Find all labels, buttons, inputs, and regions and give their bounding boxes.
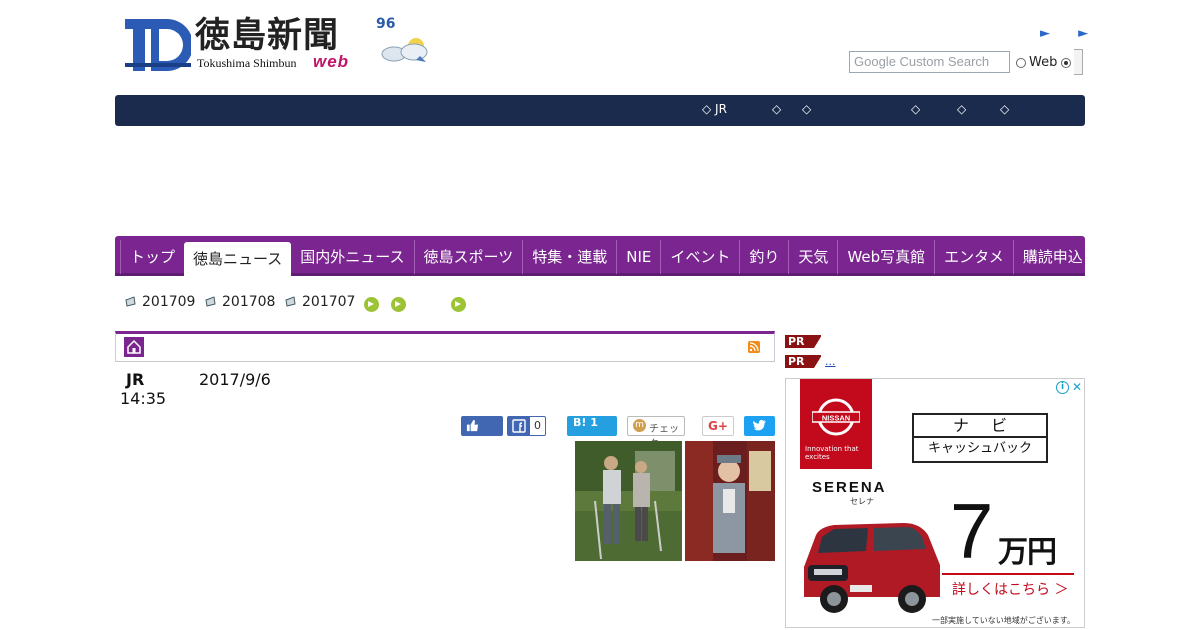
logo-kanji: 徳島新聞	[195, 15, 340, 56]
logo-roman: Tokushima Shimbun	[197, 56, 297, 70]
nav-tokushima-news[interactable]: 徳島ニュース	[184, 242, 292, 276]
search-web-label: Web	[1029, 55, 1058, 70]
ad-cta-link[interactable]: 詳しくはこちら ＞	[952, 579, 1068, 599]
home-icon[interactable]	[124, 337, 144, 357]
ad-brand-name: NISSAN	[822, 414, 850, 423]
rss-icon[interactable]	[748, 341, 760, 353]
cloudy-sunny-icon[interactable]	[380, 36, 432, 64]
pr-badge: PR	[785, 355, 822, 368]
search-input[interactable]: Google Custom Search	[849, 51, 1010, 73]
archive-month-link[interactable]: 201709	[125, 294, 195, 310]
ad-navi-top: ナビ	[914, 415, 1046, 438]
thumbs-up-icon	[466, 419, 479, 432]
nav-entertainment[interactable]: エンタメ	[934, 240, 1013, 274]
nav-events[interactable]: イベント	[660, 240, 739, 274]
nav-fishing[interactable]: 釣り	[739, 240, 788, 274]
archive-month-link[interactable]: 201708	[205, 294, 275, 310]
nav-photo-gallery[interactable]: Web写真館	[837, 240, 934, 274]
hatena-count: B! 1	[573, 416, 598, 429]
folder-icon	[125, 296, 136, 307]
weather-value: 96	[376, 16, 396, 32]
nav-weather[interactable]: 天気	[788, 240, 837, 274]
ad-brand-panel: NISSAN Innovation that excites	[800, 379, 872, 469]
article-header-bar	[115, 331, 775, 362]
ad-price-number: 7	[950, 487, 994, 575]
nav-sports[interactable]: 徳島スポーツ	[413, 240, 523, 274]
facebook-share-count: 0	[534, 419, 541, 432]
article-photo[interactable]	[685, 441, 775, 561]
nav-top[interactable]: トップ	[120, 240, 184, 274]
archive-month-link[interactable]: 201707	[285, 294, 355, 310]
facebook-like-button[interactable]	[461, 416, 503, 436]
folder-icon	[285, 296, 296, 307]
facebook-icon	[512, 419, 526, 433]
hatena-bookmark-button[interactable]: B! 1	[567, 416, 617, 436]
archive-month-label: 201708	[222, 294, 276, 310]
pr-row: PR ...	[785, 355, 836, 368]
mixi-check-button[interactable]: m チェック	[627, 416, 685, 450]
arrow-right-circle-icon[interactable]	[451, 297, 466, 312]
search-web-radio[interactable]	[1061, 58, 1071, 68]
info-item-jr[interactable]: ◇ JR	[702, 102, 727, 116]
ad-disclaimer: 一部実施していない地域がございます。	[932, 616, 1075, 625]
archive-month-label: 201707	[302, 294, 356, 310]
pr-link[interactable]: ...	[825, 355, 836, 368]
nav-world-news[interactable]: 国内外ニュース	[291, 240, 413, 274]
info-item[interactable]: ◇	[957, 102, 966, 116]
ad-navi-box: ナビ キャッシュバック	[912, 413, 1048, 463]
logo-web: web	[313, 52, 350, 71]
info-bar: ◇ JR ◇ ◇ ◇ ◇ ◇	[115, 95, 1085, 126]
car-image	[804, 523, 940, 613]
nav-nie[interactable]: NIE	[616, 240, 660, 274]
info-item[interactable]: ◇	[911, 102, 920, 116]
ad-price-unit: 万円	[998, 535, 1057, 570]
pr-badge: PR	[785, 335, 822, 348]
site-logo[interactable]: 徳島新聞 Tokushima Shimbun web	[125, 16, 355, 76]
ad-info-icon[interactable]: i	[1056, 381, 1069, 394]
tweet-button[interactable]	[744, 416, 775, 436]
mixi-icon: m	[633, 419, 646, 432]
advertisement[interactable]: NISSAN Innovation that excites i ✕ ナビ キャ…	[785, 378, 1085, 628]
pr-row: PR	[785, 335, 822, 348]
info-item[interactable]: ◇	[1000, 102, 1009, 116]
ad-navi-bottom: キャッシュバック	[927, 441, 1032, 456]
search-button[interactable]	[1074, 49, 1083, 75]
facebook-share-button[interactable]: 0	[507, 416, 546, 436]
nissan-logo-icon: NISSAN	[812, 398, 860, 436]
article-label: JR	[126, 370, 145, 389]
info-item[interactable]: ◇	[802, 102, 811, 116]
search-site-radio[interactable]	[1016, 58, 1026, 68]
folder-icon	[205, 296, 216, 307]
logo-mark-icon	[125, 19, 191, 71]
ad-brand-tagline: Innovation that excites	[805, 445, 859, 461]
google-plus-button[interactable]: G+	[702, 416, 734, 436]
ad-model-name: SERENA	[812, 479, 887, 496]
main-nav: トップ 徳島ニュース 国内外ニュース 徳島スポーツ 特集・連載 NIE イベント…	[115, 236, 1085, 276]
arrow-right-circle-icon[interactable]	[364, 297, 379, 312]
article-date: 2017/9/6	[199, 370, 271, 389]
arrow-right-circle-icon[interactable]	[391, 297, 406, 312]
top-nav-arrows[interactable]: ► ►	[1040, 26, 1100, 41]
article-time: 14:35	[120, 389, 167, 408]
article-photo[interactable]	[575, 441, 682, 561]
twitter-icon	[753, 419, 766, 431]
ad-divider	[942, 573, 1074, 575]
archive-month-label: 201709	[142, 294, 196, 310]
ad-close-icon[interactable]: ✕	[1072, 380, 1082, 394]
nav-subscribe[interactable]: 購読申込	[1012, 240, 1092, 274]
info-item[interactable]: ◇	[772, 102, 781, 116]
nav-features[interactable]: 特集・連載	[522, 240, 616, 274]
